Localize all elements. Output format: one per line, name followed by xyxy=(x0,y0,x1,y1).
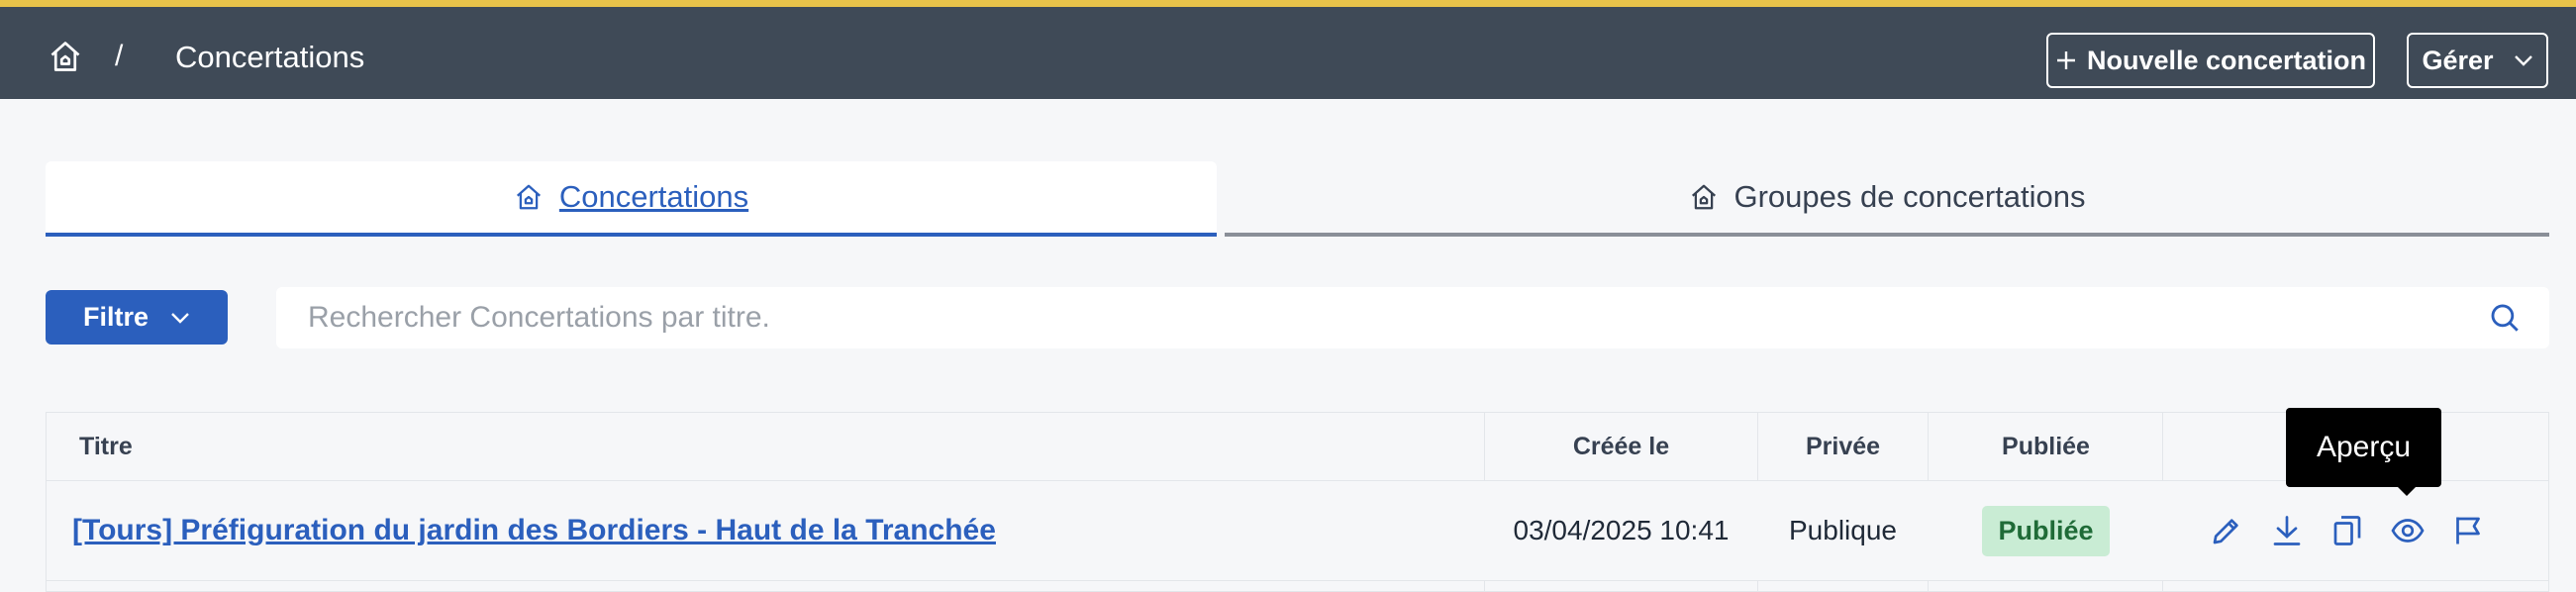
chevron-down-icon xyxy=(171,312,189,324)
page-title: Concertations xyxy=(175,40,365,74)
filter-button[interactable]: Filtre xyxy=(46,290,228,345)
table-row: [Tours] Préfiguration du jardin des Bord… xyxy=(47,480,2548,581)
search-input[interactable] xyxy=(276,287,2549,348)
eye-icon[interactable] xyxy=(2390,513,2426,548)
download-icon[interactable] xyxy=(2269,513,2305,548)
flag-icon[interactable] xyxy=(2450,513,2486,548)
breadcrumb-separator: / xyxy=(115,40,124,72)
concertations-table: Titre Créée le Privée Publiée [Tours] Pr… xyxy=(46,412,2549,592)
top-bar: / Concertations Nouvelle concertation Gé… xyxy=(0,0,2576,99)
status-badge: Publiée xyxy=(1982,505,2110,556)
column-header-published[interactable]: Publiée xyxy=(1929,413,2163,480)
column-header-private[interactable]: Privée xyxy=(1757,413,1929,480)
manage-label: Gérer xyxy=(2422,45,2494,75)
home-icon[interactable] xyxy=(48,39,83,74)
privacy-value: Publique xyxy=(1789,515,1897,545)
concertation-title-link[interactable]: [Tours] Préfiguration du jardin des Bord… xyxy=(72,514,996,547)
filter-label: Filtre xyxy=(82,302,149,332)
tooltip-arrow xyxy=(2397,486,2417,496)
column-header-created[interactable]: Créée le xyxy=(1485,413,1757,480)
tab-concertations[interactable]: Concertations xyxy=(46,161,1217,237)
created-date: 03/04/2025 10:41 xyxy=(1513,515,1730,545)
tab-groupes-concertations[interactable]: Groupes de concertations xyxy=(1225,161,2549,237)
edit-icon[interactable] xyxy=(2209,513,2244,548)
preview-tooltip: Aperçu xyxy=(2286,408,2441,487)
new-concertation-label: Nouvelle concertation xyxy=(2086,45,2367,75)
search-icon[interactable] xyxy=(2488,301,2522,335)
tab-label: Groupes de concertations xyxy=(1734,179,2086,214)
home-icon xyxy=(516,184,541,210)
chevron-down-icon xyxy=(2514,55,2532,66)
new-concertation-button[interactable]: Nouvelle concertation xyxy=(2046,33,2375,88)
search-bar xyxy=(276,287,2549,348)
home-icon xyxy=(1691,184,1716,210)
copy-icon[interactable] xyxy=(2329,513,2365,548)
column-header-title[interactable]: Titre xyxy=(79,413,133,480)
plus-icon xyxy=(2056,51,2075,69)
tab-label: Concertations xyxy=(558,179,749,214)
manage-button[interactable]: Gérer xyxy=(2407,33,2548,88)
